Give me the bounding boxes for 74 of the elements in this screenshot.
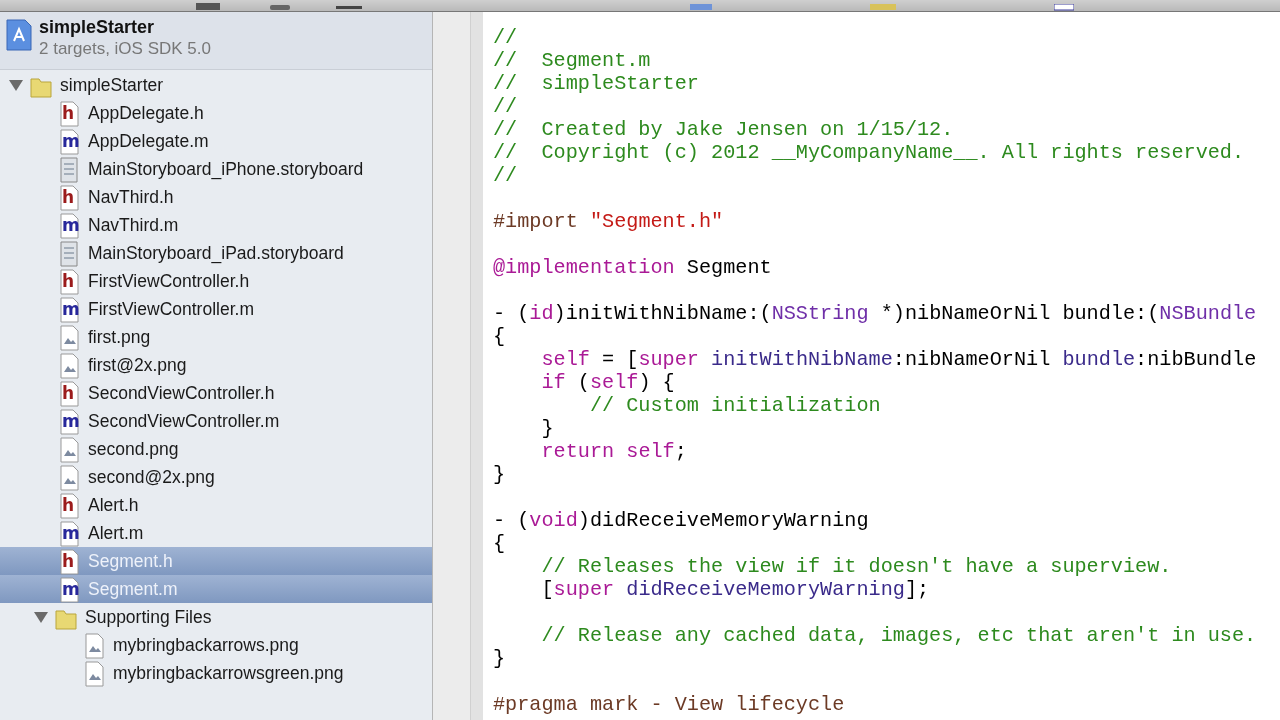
tree-row[interactable]: h Segment.h xyxy=(0,547,432,575)
storyboard-file-icon xyxy=(58,240,80,266)
tree-row[interactable]: first.png xyxy=(0,323,432,351)
project-icon xyxy=(5,19,33,51)
code-line: // Custom initialization xyxy=(588,394,882,417)
source-file-icon: m xyxy=(58,128,80,154)
tree-row[interactable]: h FirstViewController.h xyxy=(0,267,432,295)
code-line: } xyxy=(493,647,507,670)
code-line: // simpleStarter xyxy=(493,72,700,95)
source-file-icon: h xyxy=(58,268,80,294)
code-line: // xyxy=(493,95,519,118)
project-title: simpleStarter xyxy=(39,16,156,38)
source-file-icon: m xyxy=(58,296,80,322)
source-file-icon: m xyxy=(58,520,80,546)
source-file-icon: h xyxy=(58,184,80,210)
code-line: } xyxy=(493,463,507,486)
source-file-icon: h xyxy=(58,380,80,406)
code-line: self = [super initWithNibName:nibNameOrNil bundle:nibBundle xyxy=(540,348,1258,371)
source-file-icon: h xyxy=(58,492,80,518)
code-line: - (void)didReceiveMemoryWarning xyxy=(493,509,870,532)
code-line: { xyxy=(493,532,507,555)
code-line: // xyxy=(493,164,519,187)
code-line: } xyxy=(540,417,555,440)
tree-row[interactable]: second.png xyxy=(0,435,432,463)
code-line: // Segment.m xyxy=(493,49,652,72)
toolbar-icon[interactable] xyxy=(269,5,291,11)
tree-row[interactable]: m Alert.m xyxy=(0,519,432,547)
code-line: [super didReceiveMemoryWarning]; xyxy=(540,578,931,601)
tree-row[interactable]: MainStoryboard_iPad.storyboard xyxy=(0,239,432,267)
tree-row[interactable]: simpleStarter xyxy=(0,71,432,99)
disclosure-triangle-icon[interactable] xyxy=(8,78,24,92)
source-file-icon: m xyxy=(58,576,80,602)
image-file-icon xyxy=(58,464,80,490)
source-file-icon: m xyxy=(58,408,80,434)
code-line: #import "Segment.h" xyxy=(493,210,725,233)
source-file-icon: m xyxy=(58,212,80,238)
tree-row[interactable]: m NavThird.m xyxy=(0,211,432,239)
tree-row[interactable]: h NavThird.h xyxy=(0,183,432,211)
code-line: // xyxy=(493,26,519,49)
toolbar-icon[interactable] xyxy=(336,6,362,11)
code-line: @implementation Segment xyxy=(493,256,773,279)
tree-row[interactable]: mybringbackarrows.png xyxy=(0,631,432,659)
storyboard-file-icon xyxy=(58,156,80,182)
tree-row[interactable]: h Alert.h xyxy=(0,491,432,519)
code-line: return self; xyxy=(540,440,688,463)
image-file-icon xyxy=(58,324,80,350)
code-line: if (self) { xyxy=(540,371,676,394)
image-file-icon xyxy=(83,660,105,686)
toolbar-icon[interactable] xyxy=(195,3,221,11)
tree-row[interactable]: first@2x.png xyxy=(0,351,432,379)
code-line: // Releases the view if it doesn't have a superview. xyxy=(540,555,1173,578)
image-file-icon xyxy=(58,436,80,462)
code-line: // Created by Jake Jensen on 1/15/12. xyxy=(493,118,955,141)
tree-row[interactable]: h AppDelegate.h xyxy=(0,99,432,127)
tree-row[interactable]: Supporting Files xyxy=(0,603,432,631)
code-line: #pragma mark - View lifecycle xyxy=(493,693,846,716)
tree-row[interactable]: m SecondViewController.m xyxy=(0,407,432,435)
source-file-icon: h xyxy=(58,548,80,574)
code-line: // Copyright (c) 2012 __MyCompanyName__. All rights reserved. xyxy=(493,141,1246,164)
code-line: // Release any cached data, images, etc that aren't in use. xyxy=(540,624,1258,647)
disclosure-triangle-icon[interactable] xyxy=(33,610,49,624)
image-file-icon xyxy=(83,632,105,658)
tree-row[interactable]: second@2x.png xyxy=(0,463,432,491)
tree-row[interactable]: m Segment.m xyxy=(0,575,432,603)
project-subtitle: 2 targets, iOS SDK 5.0 xyxy=(39,38,211,60)
tree-row[interactable]: h SecondViewController.h xyxy=(0,379,432,407)
image-file-icon xyxy=(58,352,80,378)
source-file-icon: h xyxy=(58,100,80,126)
tree-row[interactable]: m AppDelegate.m xyxy=(0,127,432,155)
tree-row[interactable]: m FirstViewController.m xyxy=(0,295,432,323)
code-line: - (id)initWithNibName:(NSString *)nibNameOrNil bundle:(NSBundle xyxy=(493,302,1258,325)
code-line: { xyxy=(493,325,507,348)
tree-row[interactable]: mybringbackarrowsgreen.png xyxy=(0,659,432,687)
tree-row[interactable]: MainStoryboard_iPhone.storyboard xyxy=(0,155,432,183)
